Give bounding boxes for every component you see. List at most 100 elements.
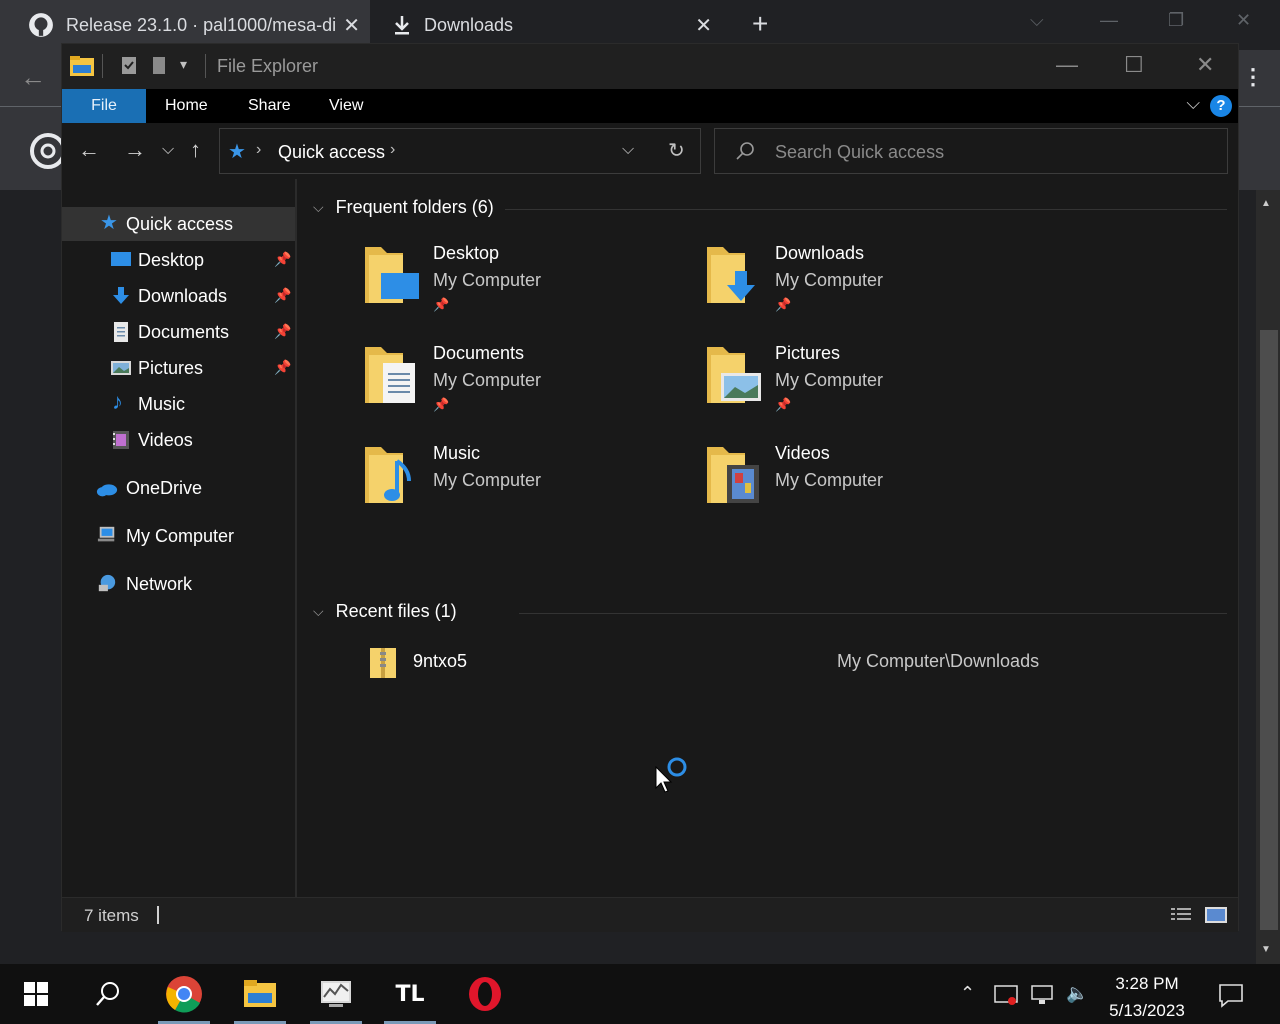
folder-tile-videos[interactable]: Videos My Computer — [705, 443, 1035, 533]
back-icon[interactable]: ← — [78, 137, 100, 163]
nav-label: Network — [126, 573, 193, 594]
taskbar-tl-app[interactable]: TL — [380, 964, 440, 1024]
collapse-chevron-icon[interactable]: ⌵ — [313, 199, 324, 216]
close-icon[interactable]: ✕ — [1196, 52, 1214, 78]
folder-tile-music[interactable]: Music My Computer — [363, 443, 693, 533]
scrollbar-thumb[interactable] — [1260, 330, 1278, 930]
folder-location: My Computer — [775, 470, 884, 490]
folder-tile-pictures[interactable]: Pictures My Computer 📌 — [705, 343, 1035, 433]
documents-folder-icon — [365, 347, 415, 403]
loading-ring-icon — [667, 757, 687, 777]
start-button[interactable] — [6, 964, 66, 1024]
folder-tile-documents[interactable]: Documents My Computer 📌 — [363, 343, 693, 433]
details-view-icon[interactable] — [1170, 906, 1192, 924]
expand-ribbon-icon[interactable]: ⌵ — [1186, 93, 1200, 114]
collapse-chevron-icon[interactable]: ⌵ — [313, 603, 324, 620]
close-icon[interactable]: ✕ — [1236, 10, 1251, 31]
recent-locations-icon[interactable]: ⌵ — [162, 141, 174, 159]
explorer-folder-icon — [70, 56, 94, 76]
pin-icon[interactable]: 📌 — [274, 287, 291, 304]
folder-tile-downloads[interactable]: Downloads My Computer 📌 — [705, 243, 1035, 333]
nav-my-computer[interactable]: My Computer — [62, 519, 295, 553]
breadcrumb-chevron-icon[interactable]: › — [256, 141, 261, 159]
restore-icon[interactable]: ❐ — [1168, 10, 1184, 31]
minimize-icon[interactable]: — — [1056, 52, 1078, 78]
notifications-icon[interactable] — [1218, 982, 1244, 1008]
tab-share[interactable]: Share — [248, 89, 291, 123]
address-dropdown-icon[interactable]: ⌵ — [622, 141, 634, 159]
menu-icon[interactable]: ⋮ — [1242, 64, 1264, 90]
nav-documents[interactable]: Documents 📌 — [62, 315, 295, 349]
search-box[interactable]: Search Quick access — [714, 128, 1228, 174]
ribbon-tabs: File Home Share View ⌵ ? — [62, 89, 1238, 123]
new-folder-icon[interactable] — [148, 54, 170, 76]
help-icon[interactable]: ? — [1210, 95, 1232, 117]
recent-file-location: My Computer\Downloads — [837, 651, 1040, 671]
taskbar-performance-monitor[interactable] — [306, 964, 366, 1024]
group-header-label: Recent files (1) — [335, 601, 457, 621]
large-icons-view-icon[interactable] — [1204, 906, 1228, 924]
music-folder-icon — [365, 447, 411, 503]
taskbar-file-explorer[interactable] — [230, 964, 290, 1024]
downloads-icon — [113, 287, 129, 304]
nav-videos[interactable]: Videos — [62, 423, 295, 457]
pin-icon[interactable]: 📌 — [274, 251, 291, 268]
nav-quick-access[interactable]: ★ Quick access — [62, 207, 295, 241]
chevron-down-icon[interactable]: ⌵ — [1030, 10, 1044, 31]
address-bar[interactable]: ★ › Quick access › ⌵ ↻ — [219, 128, 701, 174]
videos-icon — [113, 431, 129, 449]
status-divider — [157, 906, 159, 924]
group-header-frequent[interactable]: ⌵ Frequent folders (6) — [313, 197, 494, 218]
nav-music[interactable]: ♪ Music — [62, 387, 295, 421]
nav-network[interactable]: Network — [62, 567, 295, 601]
properties-icon[interactable] — [118, 54, 140, 76]
close-tab-icon[interactable]: ✕ — [343, 13, 360, 38]
network-icon — [98, 574, 116, 592]
show-hidden-icons-icon[interactable]: ⌃ — [960, 983, 975, 1004]
clock-date: 5/13/2023 — [1109, 1001, 1185, 1020]
minimize-icon[interactable]: — — [1100, 10, 1118, 31]
chrome-icon — [166, 976, 202, 1013]
tab-file[interactable]: File — [62, 89, 146, 123]
taskbar-search-button[interactable] — [78, 964, 138, 1024]
pin-icon[interactable]: 📌 — [274, 359, 291, 376]
pin-icon: 📌 — [775, 397, 792, 412]
recent-file-row[interactable]: 9ntxo5 My Computer\Downloads — [349, 644, 1219, 680]
nav-onedrive[interactable]: OneDrive — [62, 471, 295, 505]
search-icon — [96, 982, 119, 1006]
desktop-icon — [111, 252, 131, 266]
folder-location: My Computer — [775, 370, 884, 390]
browser-tab-title: Release 23.1.0 · pal1000/mesa-di — [66, 14, 337, 35]
clock[interactable]: 3:28 PM 5/13/2023 — [1098, 970, 1196, 1024]
up-icon[interactable]: ↑ — [190, 137, 201, 163]
volume-icon[interactable]: 🔈 — [1066, 983, 1088, 1004]
downloads-folder-icon — [707, 247, 755, 303]
new-tab-icon[interactable]: + — [752, 8, 768, 40]
pin-icon[interactable]: 📌 — [274, 323, 291, 340]
back-icon[interactable]: ← — [20, 62, 46, 93]
tab-home[interactable]: Home — [165, 89, 208, 123]
close-tab-icon[interactable]: ✕ — [695, 13, 712, 38]
tab-view[interactable]: View — [329, 89, 363, 123]
forward-icon[interactable]: → — [124, 137, 146, 163]
breadcrumb-chevron-icon[interactable]: › — [390, 141, 395, 159]
nav-pictures[interactable]: Pictures 📌 — [62, 351, 295, 385]
network-status-icon[interactable] — [1030, 984, 1054, 1006]
breadcrumb-quick-access[interactable]: Quick access — [278, 142, 385, 163]
divider — [519, 613, 1227, 614]
nav-desktop[interactable]: Desktop 📌 — [62, 243, 295, 277]
folder-tile-desktop[interactable]: Desktop My Computer 📌 — [363, 243, 693, 333]
taskbar-chrome[interactable] — [154, 964, 214, 1024]
folder-name: Desktop — [433, 243, 500, 263]
taskbar-opera[interactable] — [455, 964, 515, 1024]
maximize-icon[interactable]: ☐ — [1124, 52, 1144, 78]
music-icon: ♪ — [112, 389, 123, 414]
refresh-icon[interactable]: ↻ — [668, 138, 685, 163]
sync-icon[interactable] — [994, 984, 1018, 1006]
group-header-recent[interactable]: ⌵ Recent files (1) — [313, 601, 457, 622]
nav-downloads[interactable]: Downloads 📌 — [62, 279, 295, 313]
customize-qat-icon[interactable]: ▾ — [180, 56, 187, 73]
file-explorer-icon — [244, 980, 276, 1007]
nav-label: My Computer — [126, 525, 235, 546]
search-placeholder: Search Quick access — [775, 142, 945, 162]
